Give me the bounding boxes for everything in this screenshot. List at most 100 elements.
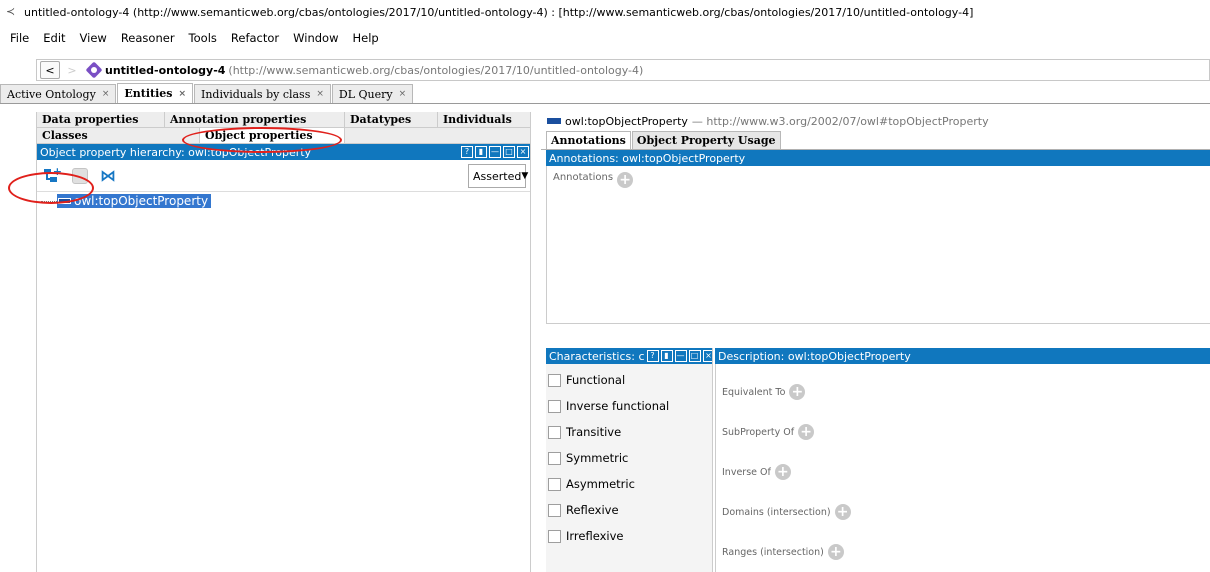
tree-connector <box>41 200 57 202</box>
minimize-icon[interactable]: — <box>674 350 687 362</box>
add-sub-property-button[interactable]: + <box>41 165 63 187</box>
help-icon[interactable]: ? <box>461 146 473 158</box>
characteristic-functional[interactable]: Functional <box>546 367 712 393</box>
close-icon[interactable]: × <box>399 89 407 99</box>
checkbox[interactable] <box>548 503 561 517</box>
close-icon[interactable]: × <box>178 89 186 99</box>
subtab-annotation-properties[interactable]: Annotation properties <box>165 112 345 127</box>
forward-button[interactable]: > <box>62 61 82 79</box>
equivalent-to-section: Equivalent To + <box>716 372 1210 412</box>
tab-dl-query[interactable]: DL Query × <box>331 84 414 103</box>
object-property-icon <box>58 198 71 204</box>
characteristic-label: Inverse functional <box>566 399 670 413</box>
entity-type-tabs-row2: Classes Object properties <box>37 128 530 144</box>
maximize-icon[interactable]: □ <box>688 350 701 362</box>
characteristic-reflexive[interactable]: Reflexive <box>546 497 712 523</box>
close-icon[interactable]: × <box>316 89 324 99</box>
add-inverse-icon[interactable]: + <box>774 464 791 480</box>
menu-file[interactable]: File <box>10 31 29 45</box>
entity-iri: — http://www.w3.org/2002/07/owl#topObjec… <box>691 114 989 128</box>
entity-type-tabs-row1: Data properties Annotation properties Da… <box>37 112 530 128</box>
characteristic-irreflexive[interactable]: Irreflexive <box>546 523 712 549</box>
checkbox[interactable] <box>548 425 561 439</box>
characteristic-inverse-functional[interactable]: Inverse functional <box>546 393 712 419</box>
checkbox[interactable] <box>548 399 561 413</box>
subtab-object-properties[interactable]: Object properties <box>200 128 345 143</box>
menu-bar: File Edit View Reasoner Tools Refactor W… <box>0 28 393 48</box>
menu-refactor[interactable]: Refactor <box>231 31 279 45</box>
object-property-icon <box>547 118 561 124</box>
section-label: SubProperty Of <box>722 426 795 438</box>
checkbox[interactable] <box>548 451 561 465</box>
tab-active-ontology[interactable]: Active Ontology × <box>0 84 117 103</box>
checkbox[interactable] <box>548 373 561 387</box>
characteristic-label: Transitive <box>566 425 622 439</box>
add-sibling-property-button[interactable] <box>69 165 91 187</box>
menu-edit[interactable]: Edit <box>43 31 65 45</box>
maximize-icon[interactable]: □ <box>503 146 515 158</box>
add-annotation-icon[interactable]: + <box>617 172 634 188</box>
entity-detail-pane: owl:topObjectProperty — http://www.w3.or… <box>541 112 1210 572</box>
section-label: Equivalent To <box>722 386 786 398</box>
ontology-icon <box>85 61 103 79</box>
menu-view[interactable]: View <box>80 31 107 45</box>
subtab-classes[interactable]: Classes <box>37 128 200 143</box>
checkbox[interactable] <box>548 477 561 491</box>
close-icon[interactable]: × <box>702 350 712 362</box>
tree-node-top-object-property[interactable]: owl:topObjectProperty <box>57 194 212 208</box>
tab-object-property-usage[interactable]: Object Property Usage <box>631 131 781 149</box>
subtab-data-properties[interactable]: Data properties <box>37 112 165 127</box>
menu-tools[interactable]: Tools <box>189 31 217 45</box>
add-range-icon[interactable]: + <box>827 544 844 560</box>
section-label: Domains (intersection) <box>722 506 831 518</box>
characteristics-list: Functional Inverse functional Transitive… <box>546 364 712 549</box>
view-buttons: ? ▮ — □ × <box>459 146 529 158</box>
back-button[interactable]: < <box>40 61 60 79</box>
tab-entities[interactable]: Entities × <box>117 83 193 103</box>
main-tab-bar: Active Ontology × Entities × Individuals… <box>0 83 1210 104</box>
object-property-tree: owl:topObjectProperty <box>37 192 530 208</box>
tab-label: Individuals by class <box>201 87 311 101</box>
help-icon[interactable]: ? <box>646 350 659 362</box>
entity-title-bar: owl:topObjectProperty — http://www.w3.or… <box>541 112 1210 130</box>
close-icon[interactable]: × <box>102 89 110 99</box>
characteristic-transitive[interactable]: Transitive <box>546 419 712 445</box>
hierarchy-title: Object property hierarchy: owl:topObject… <box>40 145 312 159</box>
delete-property-button[interactable]: ⋈ <box>97 165 119 187</box>
hierarchy-mode-select[interactable]: Asserted ▼ <box>468 164 528 188</box>
inverse-of-section: Inverse Of + <box>716 452 1210 492</box>
tab-individuals-by-class[interactable]: Individuals by class × <box>194 84 331 103</box>
subproperty-of-section: SubProperty Of + <box>716 412 1210 452</box>
annotations-body: Annotations + <box>546 166 1210 324</box>
characteristics-panel: Characteristics: c ? ▮ — □ × Functional … <box>546 348 713 572</box>
annotations-label: Annotations <box>553 172 614 183</box>
characteristic-label: Asymmetric <box>566 477 635 491</box>
add-superproperty-icon[interactable]: + <box>798 424 815 440</box>
property-details: Characteristics: c ? ▮ — □ × Functional … <box>546 348 1210 572</box>
view-buttons: ? ▮ — □ × <box>645 350 712 362</box>
characteristic-label: Functional <box>566 373 626 387</box>
checkbox[interactable] <box>548 529 561 543</box>
menu-window[interactable]: Window <box>293 31 338 45</box>
characteristic-asymmetric[interactable]: Asymmetric <box>546 471 712 497</box>
pin-icon[interactable]: ▮ <box>475 146 487 158</box>
ontology-name[interactable]: untitled-ontology-4 <box>105 64 225 77</box>
close-icon[interactable]: × <box>517 146 529 158</box>
menu-reasoner[interactable]: Reasoner <box>121 31 175 45</box>
window-title: untitled-ontology-4 (http://www.semantic… <box>24 5 974 19</box>
characteristic-label: Symmetric <box>566 451 629 465</box>
subtab-datatypes[interactable]: Datatypes <box>345 112 438 127</box>
hierarchy-view-header: Object property hierarchy: owl:topObject… <box>37 144 530 160</box>
menu-help[interactable]: Help <box>352 31 378 45</box>
tab-label: Entities <box>124 87 173 100</box>
minimize-icon[interactable]: — <box>489 146 501 158</box>
tab-annotations[interactable]: Annotations <box>546 131 631 149</box>
pin-icon[interactable]: ▮ <box>660 350 673 362</box>
subtab-individuals[interactable]: Individuals <box>438 112 530 127</box>
description-body: Equivalent To + SubProperty Of + Inverse O… <box>715 364 1210 572</box>
characteristic-label: Irreflexive <box>566 529 624 543</box>
add-domain-icon[interactable]: + <box>834 504 851 520</box>
characteristic-symmetric[interactable]: Symmetric <box>546 445 712 471</box>
add-equivalent-icon[interactable]: + <box>789 384 806 400</box>
delete-property-icon: ⋈ <box>100 165 116 185</box>
